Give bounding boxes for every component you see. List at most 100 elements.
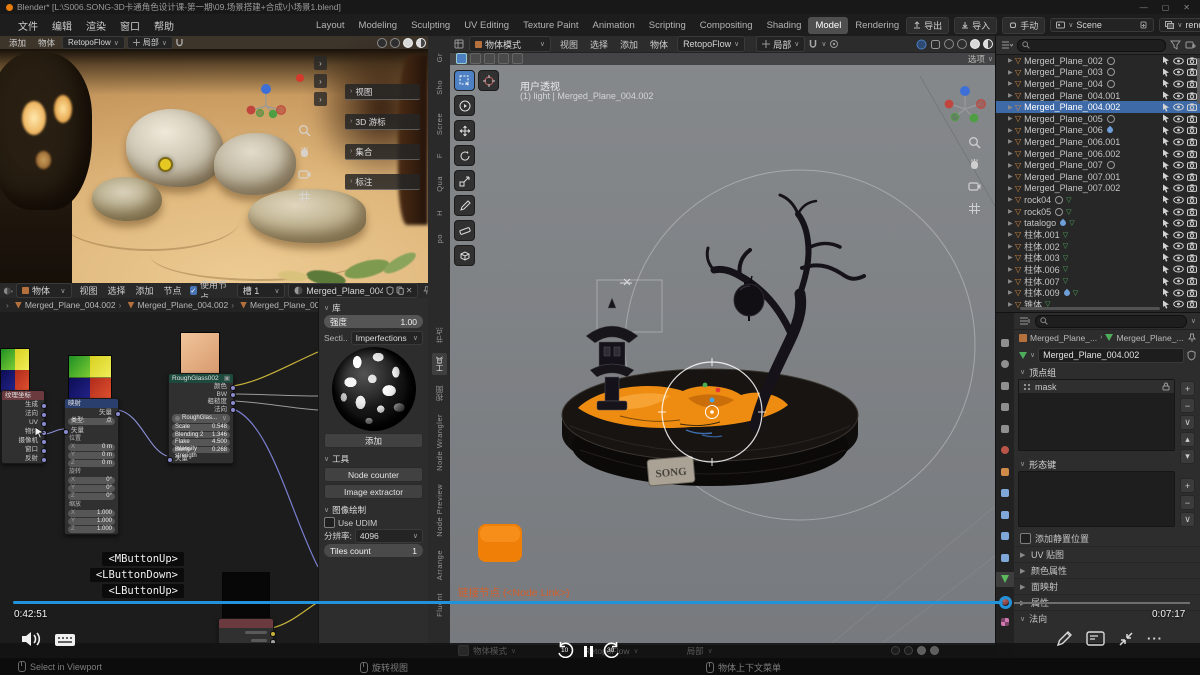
expand-arrow-icon[interactable]: ▶ — [1008, 254, 1015, 261]
node-output-socket[interactable]: 生成 — [2, 400, 44, 409]
selectable-cursor-icon[interactable] — [1162, 56, 1170, 65]
workspace-tab[interactable]: Model — [808, 17, 848, 34]
node-input-socket[interactable]: 矢量 — [65, 426, 118, 435]
material-datablock[interactable]: Merged_Plane_004 ✕ — [288, 283, 418, 298]
editor-type-icon[interactable] — [454, 39, 466, 49]
value-field[interactable]: Z0 m — [68, 460, 115, 467]
shape-keys-panel-header[interactable]: ∨形态键 — [1014, 457, 1200, 471]
resolution-select[interactable]: 4096∨ — [355, 529, 423, 543]
scene-selector[interactable]: ∨Scene — [1050, 18, 1154, 32]
move-up-button[interactable]: ▴ — [1180, 432, 1195, 447]
disable-render-camera-icon[interactable] — [1187, 277, 1197, 285]
hide-eye-icon[interactable] — [1173, 265, 1184, 273]
image-paint-panel-header[interactable]: ∨图像绘制 — [324, 503, 423, 516]
manual-button[interactable]: 手动 — [1002, 17, 1045, 34]
sidebar-tab[interactable]: Arrange — [433, 547, 446, 583]
outliner-row[interactable]: ▶ ▽ 柱体.009 ▽ — [996, 287, 1200, 299]
disable-render-camera-icon[interactable] — [1187, 161, 1197, 169]
camera-menu-item[interactable]: 添加 — [4, 37, 31, 49]
move-down-button[interactable]: ▾ — [1180, 449, 1195, 464]
hide-eye-icon[interactable] — [1173, 80, 1184, 88]
expand-arrow-icon[interactable]: ▶ — [1008, 185, 1015, 192]
select-mode-new-icon[interactable] — [456, 53, 467, 64]
npanel-3d-cursor[interactable]: ›3D 游标 — [345, 114, 420, 130]
node-param-slider[interactable]: Flake intensity4.500 — [172, 439, 230, 446]
hide-eye-icon[interactable] — [1173, 150, 1184, 158]
add-vertex-group-button[interactable]: + — [1180, 381, 1195, 396]
workspace-tab[interactable]: Compositing — [693, 17, 760, 34]
disable-render-camera-icon[interactable] — [1187, 208, 1197, 216]
selectable-cursor-icon[interactable] — [1162, 103, 1170, 112]
measure-tool[interactable] — [454, 220, 475, 241]
transform-orientation-select[interactable]: 局部∨ — [756, 36, 805, 52]
rough-generator-node[interactable]: RoughGlass002▣ 颜色BW粗糙度法向 RoughGlas...∨ S… — [168, 373, 234, 464]
tool-button[interactable]: Node counter — [324, 467, 423, 482]
pin-icon[interactable] — [1188, 333, 1196, 343]
expand-arrow-icon[interactable]: ▶ — [1008, 92, 1015, 99]
disable-render-camera-icon[interactable] — [1187, 265, 1197, 273]
window-close-button[interactable]: ✕ — [1183, 3, 1190, 12]
outliner-row[interactable]: ▶ ▽ Merged_Plane_007.001 ▽ — [996, 171, 1200, 183]
udim-checkbox[interactable]: Use UDIM — [324, 517, 423, 528]
grid-toggle-icon[interactable] — [968, 202, 981, 215]
filter-funnel-icon[interactable] — [1170, 40, 1181, 50]
region-expand-chip[interactable]: › — [314, 74, 327, 88]
outliner-row[interactable]: ▶ ▽ Merged_Plane_006 ▽ — [996, 125, 1200, 137]
region-expand-chip[interactable]: › — [314, 56, 327, 70]
shrink-player-icon[interactable] — [1118, 631, 1134, 647]
node-output-socket[interactable]: 反射 — [2, 454, 44, 463]
selectable-cursor-icon[interactable] — [1162, 184, 1170, 193]
expand-arrow-icon[interactable]: ▶ — [1008, 115, 1015, 122]
disable-render-camera-icon[interactable] — [1187, 219, 1197, 227]
selectable-cursor-icon[interactable] — [1162, 137, 1170, 146]
light-gizmo-dot[interactable] — [158, 157, 173, 172]
outliner-row[interactable]: ▶ ▽ rock05 ▽ — [996, 206, 1200, 218]
npanel-view[interactable]: ›视图 — [345, 84, 420, 100]
render-preview-toggle-icon[interactable] — [916, 39, 927, 50]
vertex-groups-list[interactable]: mask — [1018, 379, 1175, 451]
shading-material-icon[interactable] — [970, 39, 980, 49]
select-mode-extend-icon[interactable] — [470, 53, 481, 64]
camera-menu-item[interactable]: 物体 — [33, 37, 60, 49]
outliner-row[interactable]: ▶ ▽ Merged_Plane_005 ▽ — [996, 113, 1200, 125]
expand-arrow-icon[interactable]: ▶ — [1008, 208, 1015, 215]
select-mode-invert-icon[interactable] — [498, 53, 509, 64]
outliner-row[interactable]: ▶ ▽ Merged_Plane_006.001 ▽ — [996, 136, 1200, 148]
snap-magnet-icon[interactable] — [808, 39, 818, 49]
outliner-row[interactable]: ▶ ▽ 柱体.001 ▽ — [996, 229, 1200, 241]
breadcrumb-item[interactable]: Merged_Plane_004.002 — [6, 300, 116, 310]
window-maximize-button[interactable]: ▢ — [1162, 3, 1170, 12]
properties-tab[interactable] — [996, 421, 1014, 436]
hide-eye-icon[interactable] — [1173, 219, 1184, 227]
expand-arrow-icon[interactable]: ▶ — [1008, 127, 1015, 134]
viewport-menu-item[interactable]: 选择 — [584, 38, 614, 51]
properties-tab[interactable] — [996, 443, 1014, 458]
node-param-slider[interactable]: Bump strength0.268 — [172, 447, 230, 454]
disable-render-camera-icon[interactable] — [1187, 115, 1197, 123]
viewport-axis-gizmo[interactable] — [942, 84, 988, 130]
region-tab[interactable]: Gr — [433, 50, 446, 65]
selectable-cursor-icon[interactable] — [1162, 149, 1170, 158]
disable-render-camera-icon[interactable] — [1187, 138, 1197, 146]
properties-tab[interactable] — [996, 572, 1014, 587]
display-mode-icon[interactable] — [1001, 40, 1013, 50]
xray-toggle-icon[interactable] — [930, 39, 941, 50]
expand-arrow-icon[interactable]: ▶ — [1008, 173, 1015, 180]
region-expand-chip[interactable]: › — [314, 92, 327, 106]
region-tab[interactable]: F — [433, 150, 446, 161]
properties-tab[interactable] — [996, 529, 1014, 544]
selectable-cursor-icon[interactable] — [1162, 91, 1170, 100]
shading-wireframe-icon[interactable] — [377, 38, 387, 48]
more-options-button[interactable]: ··· — [1147, 631, 1163, 646]
hide-eye-icon[interactable] — [1173, 289, 1184, 297]
outliner-row[interactable]: ▶ ▽ Merged_Plane_007.002 ▽ — [996, 183, 1200, 195]
window-minimize-button[interactable]: — — [1140, 3, 1148, 12]
outliner-row[interactable]: ▶ ▽ 柱体.002 ▽ — [996, 241, 1200, 253]
outliner-row[interactable]: ▶ ▽ Merged_Plane_006.002 ▽ — [996, 148, 1200, 160]
outliner-row[interactable]: ▶ ▽ Merged_Plane_004.001 ▽ — [996, 90, 1200, 102]
new-scene-icon[interactable] — [1140, 21, 1148, 29]
properties-search-input[interactable] — [1035, 315, 1187, 328]
vertex-group-specials-button[interactable]: ∨ — [1180, 415, 1195, 430]
value-field[interactable]: Y0° — [68, 485, 115, 492]
disable-render-camera-icon[interactable] — [1187, 254, 1197, 262]
